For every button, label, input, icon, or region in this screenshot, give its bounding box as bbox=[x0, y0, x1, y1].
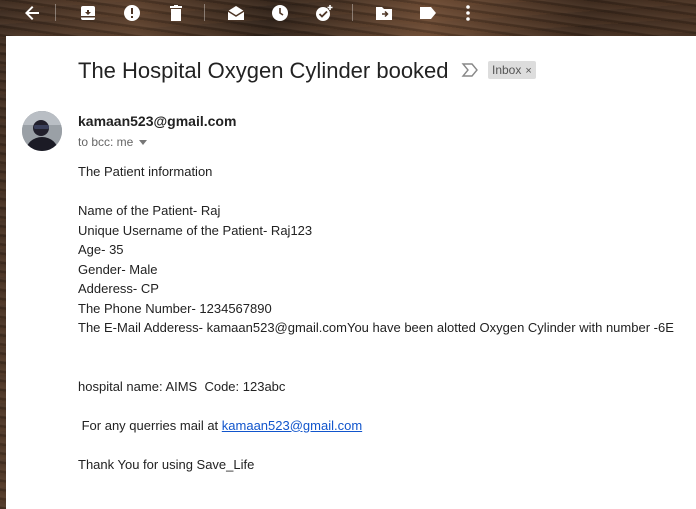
add-task-icon[interactable] bbox=[314, 3, 334, 23]
email-subject: The Hospital Oxygen Cylinder booked bbox=[78, 58, 449, 83]
toolbar-divider bbox=[352, 4, 353, 21]
mark-unread-icon[interactable] bbox=[226, 3, 246, 23]
body-line-queries: For any querries mail at kamaan523@gmail… bbox=[78, 416, 674, 436]
body-line-address: Adderess- CP bbox=[78, 281, 159, 296]
inbox-label-text: Inbox bbox=[492, 63, 522, 77]
toolbar-divider bbox=[55, 4, 56, 21]
body-line-username: Unique Username of the Patient- Raj123 bbox=[78, 222, 313, 238]
body-line-hospital: hospital name: AIMS Code: 123abc bbox=[78, 378, 286, 394]
archive-icon[interactable] bbox=[78, 3, 98, 23]
report-spam-icon[interactable] bbox=[122, 3, 142, 23]
remove-label-button[interactable]: × bbox=[525, 65, 531, 77]
body-line-phone: The Phone Number- 1234567890 bbox=[78, 300, 272, 316]
queries-prefix: For any querries mail at bbox=[78, 417, 222, 433]
queries-email-link[interactable]: kamaan523@gmail.com bbox=[222, 418, 362, 433]
delete-icon[interactable] bbox=[166, 3, 186, 23]
sender-email: kamaan523@gmail.com bbox=[78, 113, 237, 129]
sender-avatar bbox=[22, 111, 62, 151]
recipient-line: to bcc: me bbox=[78, 135, 148, 149]
toolbar bbox=[0, 0, 696, 26]
email-body: The Patient information Name of the Pati… bbox=[78, 162, 674, 474]
body-line-thanks: Thank You for using Save_Life bbox=[78, 456, 255, 472]
toolbar-divider bbox=[204, 4, 205, 21]
label-icon[interactable] bbox=[418, 3, 438, 23]
recipient-text: to bcc: me bbox=[78, 135, 134, 149]
body-line-name: Name of the Patient- Raj bbox=[78, 203, 221, 218]
body-line-gender: Gender- Male bbox=[78, 261, 158, 277]
more-vert-icon[interactable] bbox=[458, 3, 478, 23]
body-line-age: Age- 35 bbox=[78, 242, 124, 257]
body-line-intro: The Patient information bbox=[78, 164, 213, 179]
important-marker-icon[interactable] bbox=[460, 62, 480, 78]
email-panel: The Hospital Oxygen Cylinder booked Inbo… bbox=[6, 36, 696, 509]
show-details-chevron-down-icon[interactable] bbox=[139, 140, 148, 146]
move-to-icon[interactable] bbox=[374, 3, 394, 23]
back-arrow-icon[interactable] bbox=[22, 3, 42, 23]
inbox-label-chip: Inbox × bbox=[488, 61, 536, 79]
body-line-email: The E-Mail Adderess- kamaan523@gmail.com… bbox=[78, 320, 674, 335]
snooze-icon[interactable] bbox=[270, 3, 290, 23]
